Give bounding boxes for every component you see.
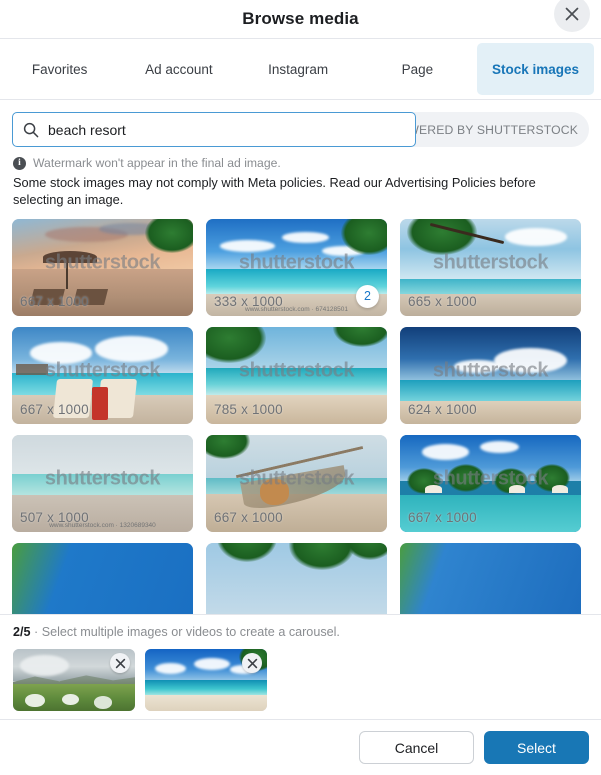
tile-artwork: [206, 542, 387, 614]
close-glyph: [115, 658, 125, 668]
tile-source-url: www.shutterstock.com · 1320689340: [49, 521, 156, 529]
stock-image-tile[interactable]: shutterstock 624 x 1000: [400, 326, 581, 424]
selected-thumbnail[interactable]: [13, 649, 135, 711]
watermark-notice: i Watermark won't appear in the final ad…: [0, 147, 601, 170]
tile-watermark: shutterstock: [44, 251, 161, 274]
page-title: Browse media: [242, 9, 359, 28]
tile-dimensions: 785 x 1000: [214, 401, 283, 417]
stock-image-tile[interactable]: shutterstock 785 x 1000: [206, 326, 387, 424]
selection-count-hint: 2/5 · Select multiple images or videos t…: [13, 625, 589, 639]
stock-image-tile[interactable]: shutterstock 667 x 1000: [12, 326, 193, 424]
close-glyph: [565, 7, 579, 21]
tab-stock-images[interactable]: Stock images: [477, 43, 594, 95]
tile-watermark: shutterstock: [432, 467, 549, 490]
search-field-container[interactable]: [12, 112, 416, 147]
tile-dimensions: 667 x 1000: [20, 293, 89, 309]
tab-favorites[interactable]: Favorites: [0, 39, 119, 99]
tab-instagram[interactable]: Instagram: [239, 39, 358, 99]
tile-watermark: shutterstock: [432, 359, 549, 382]
tile-dimensions: 624 x 1000: [408, 401, 477, 417]
stock-image-tile[interactable]: shutterstock 667 x 1000: [400, 434, 581, 532]
tile-source-url: www.shutterstock.com · 674128501: [245, 305, 348, 313]
watermark-notice-text: Watermark won't appear in the final ad i…: [33, 156, 281, 170]
stock-image-tile[interactable]: [206, 542, 387, 614]
remove-thumbnail-icon[interactable]: [110, 653, 130, 673]
tab-page[interactable]: Page: [358, 39, 477, 99]
cancel-button[interactable]: Cancel: [359, 731, 474, 764]
remove-thumbnail-icon[interactable]: [242, 653, 262, 673]
selection-separator: ·: [34, 625, 39, 639]
stock-image-tile[interactable]: shutterstock 667 x 1000: [206, 434, 387, 532]
tile-watermark: shutterstock: [432, 251, 549, 274]
stock-image-grid: shutterstock 667 x 1000 shutterstock 333…: [0, 218, 601, 614]
tile-artwork: [12, 542, 193, 614]
search-zone: POWERED BY SHUTTERSTOCK: [0, 100, 601, 147]
close-glyph: [247, 658, 257, 668]
stock-image-tile[interactable]: shutterstock 333 x 1000 www.shutterstock…: [206, 218, 387, 316]
browse-media-dialog: Browse media Favorites Ad account Instag…: [0, 0, 601, 775]
tile-dimensions: 667 x 1000: [408, 509, 477, 525]
search-input[interactable]: [48, 121, 405, 138]
stock-image-tile[interactable]: shutterstock 665 x 1000: [400, 218, 581, 316]
tile-dimensions: 667 x 1000: [214, 509, 283, 525]
stock-image-tile[interactable]: shutterstock 507 x 1000 www.shutterstock…: [12, 434, 193, 532]
policy-notice-text: Some stock images may not comply with Me…: [13, 175, 536, 207]
tile-dimensions: 667 x 1000: [20, 401, 89, 417]
tab-bar: Favorites Ad account Instagram Page Stoc…: [0, 38, 601, 100]
search-icon: [23, 122, 39, 137]
selected-thumbnail[interactable]: [145, 649, 267, 711]
tile-watermark: shutterstock: [238, 251, 355, 274]
tile-watermark: shutterstock: [44, 359, 161, 382]
close-icon[interactable]: [554, 0, 590, 32]
select-button[interactable]: Select: [484, 731, 589, 764]
tab-ad-account[interactable]: Ad account: [119, 39, 238, 99]
selection-order-badge: 2: [356, 284, 379, 308]
tile-artwork: [400, 542, 581, 614]
tile-dimensions: 665 x 1000: [408, 293, 477, 309]
tile-watermark: shutterstock: [44, 467, 161, 490]
dialog-header: Browse media: [0, 0, 601, 38]
selected-thumbnails: [13, 649, 589, 711]
selection-count: 2/5: [13, 625, 31, 639]
dialog-footer: Cancel Select: [0, 719, 601, 775]
selection-hint-text: Select multiple images or videos to crea…: [41, 625, 340, 639]
info-icon: i: [13, 156, 26, 170]
tile-watermark: shutterstock: [238, 467, 355, 490]
stock-image-tile[interactable]: [12, 542, 193, 614]
stock-image-tile[interactable]: [400, 542, 581, 614]
stock-image-grid-scroll[interactable]: shutterstock 667 x 1000 shutterstock 333…: [0, 209, 601, 614]
tile-watermark: shutterstock: [238, 359, 355, 382]
selection-tray: 2/5 · Select multiple images or videos t…: [0, 614, 601, 719]
stock-image-tile[interactable]: shutterstock 667 x 1000: [12, 218, 193, 316]
